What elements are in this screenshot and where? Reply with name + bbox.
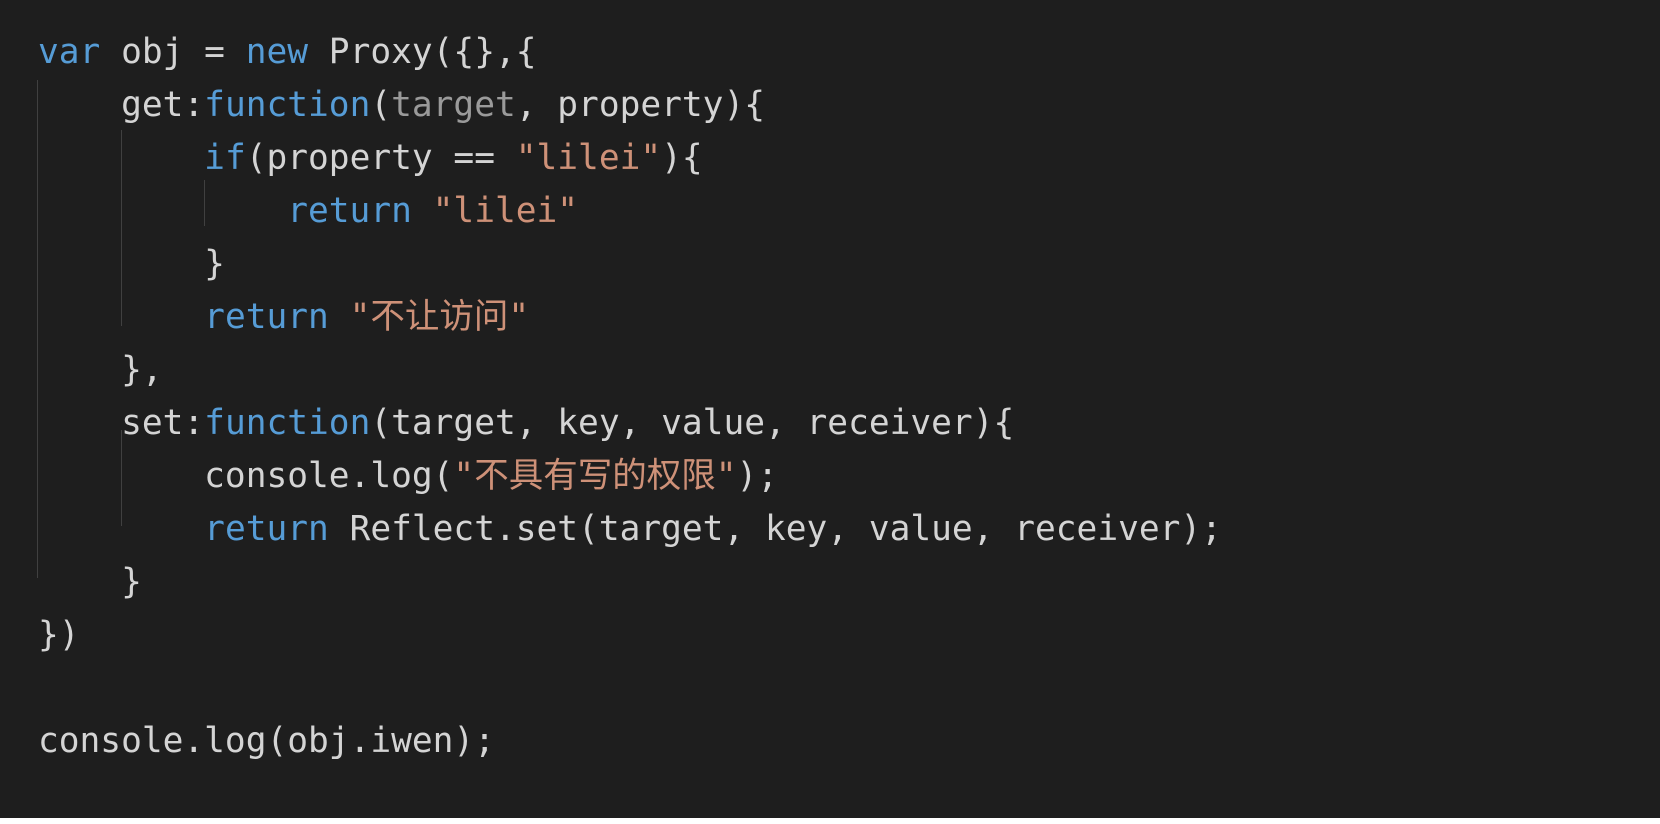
code-editor[interactable]: var obj = new Proxy({},{ get:function(ta… <box>0 0 1660 818</box>
code-token: Reflect.set(target, key, value, receiver… <box>328 509 1222 549</box>
code-line: }) <box>38 609 1222 662</box>
keyword-token: return <box>287 191 412 231</box>
code-token: ); <box>736 456 779 496</box>
string-token: "不具有写的权限" <box>453 456 737 496</box>
code-token: , property){ <box>515 85 765 125</box>
code-token: get: <box>38 85 205 125</box>
keyword-token: return <box>204 509 329 549</box>
code-token: }) <box>38 615 80 655</box>
code-token: ){ <box>661 138 703 178</box>
code-token: obj = <box>100 32 246 72</box>
unused-param-token: target <box>391 85 516 125</box>
keyword-token: return <box>204 297 329 337</box>
code-token: }, <box>38 350 163 390</box>
keyword-token: if <box>204 138 246 178</box>
code-token: (target, key, value, receiver){ <box>370 403 1015 443</box>
code-line: return Reflect.set(target, key, value, r… <box>38 503 1222 556</box>
code-token: (property == <box>245 138 516 178</box>
code-token: ( <box>370 85 392 125</box>
code-line: return "不让访问" <box>38 291 1222 344</box>
string-token: "lilei" <box>515 138 662 178</box>
code-line: set:function(target, key, value, receive… <box>38 397 1222 450</box>
code-line: console.log(obj.iwen); <box>38 715 1222 768</box>
string-token: "不让访问" <box>349 297 530 337</box>
code-token: set: <box>38 403 205 443</box>
code-token: console.log( <box>38 456 454 496</box>
code-line: return "lilei" <box>38 185 1222 238</box>
keyword-token: function <box>204 85 371 125</box>
code-token: console.log(obj.iwen); <box>38 721 495 761</box>
code-line: if(property == "lilei"){ <box>38 132 1222 185</box>
keyword-token: function <box>204 403 371 443</box>
code-line: } <box>38 556 1222 609</box>
code-block[interactable]: var obj = new Proxy({},{ get:function(ta… <box>38 26 1222 768</box>
code-token: } <box>38 244 225 284</box>
code-line: } <box>38 238 1222 291</box>
code-line: var obj = new Proxy({},{ <box>38 26 1222 79</box>
code-line: console.log("不具有写的权限"); <box>38 450 1222 503</box>
code-line: get:function(target, property){ <box>38 79 1222 132</box>
keyword-token: var <box>38 32 101 72</box>
keyword-token: new <box>245 32 309 72</box>
code-line: }, <box>38 344 1222 397</box>
string-token: "lilei" <box>432 191 579 231</box>
code-token: } <box>38 562 142 602</box>
code-token: Proxy({},{ <box>308 32 537 72</box>
